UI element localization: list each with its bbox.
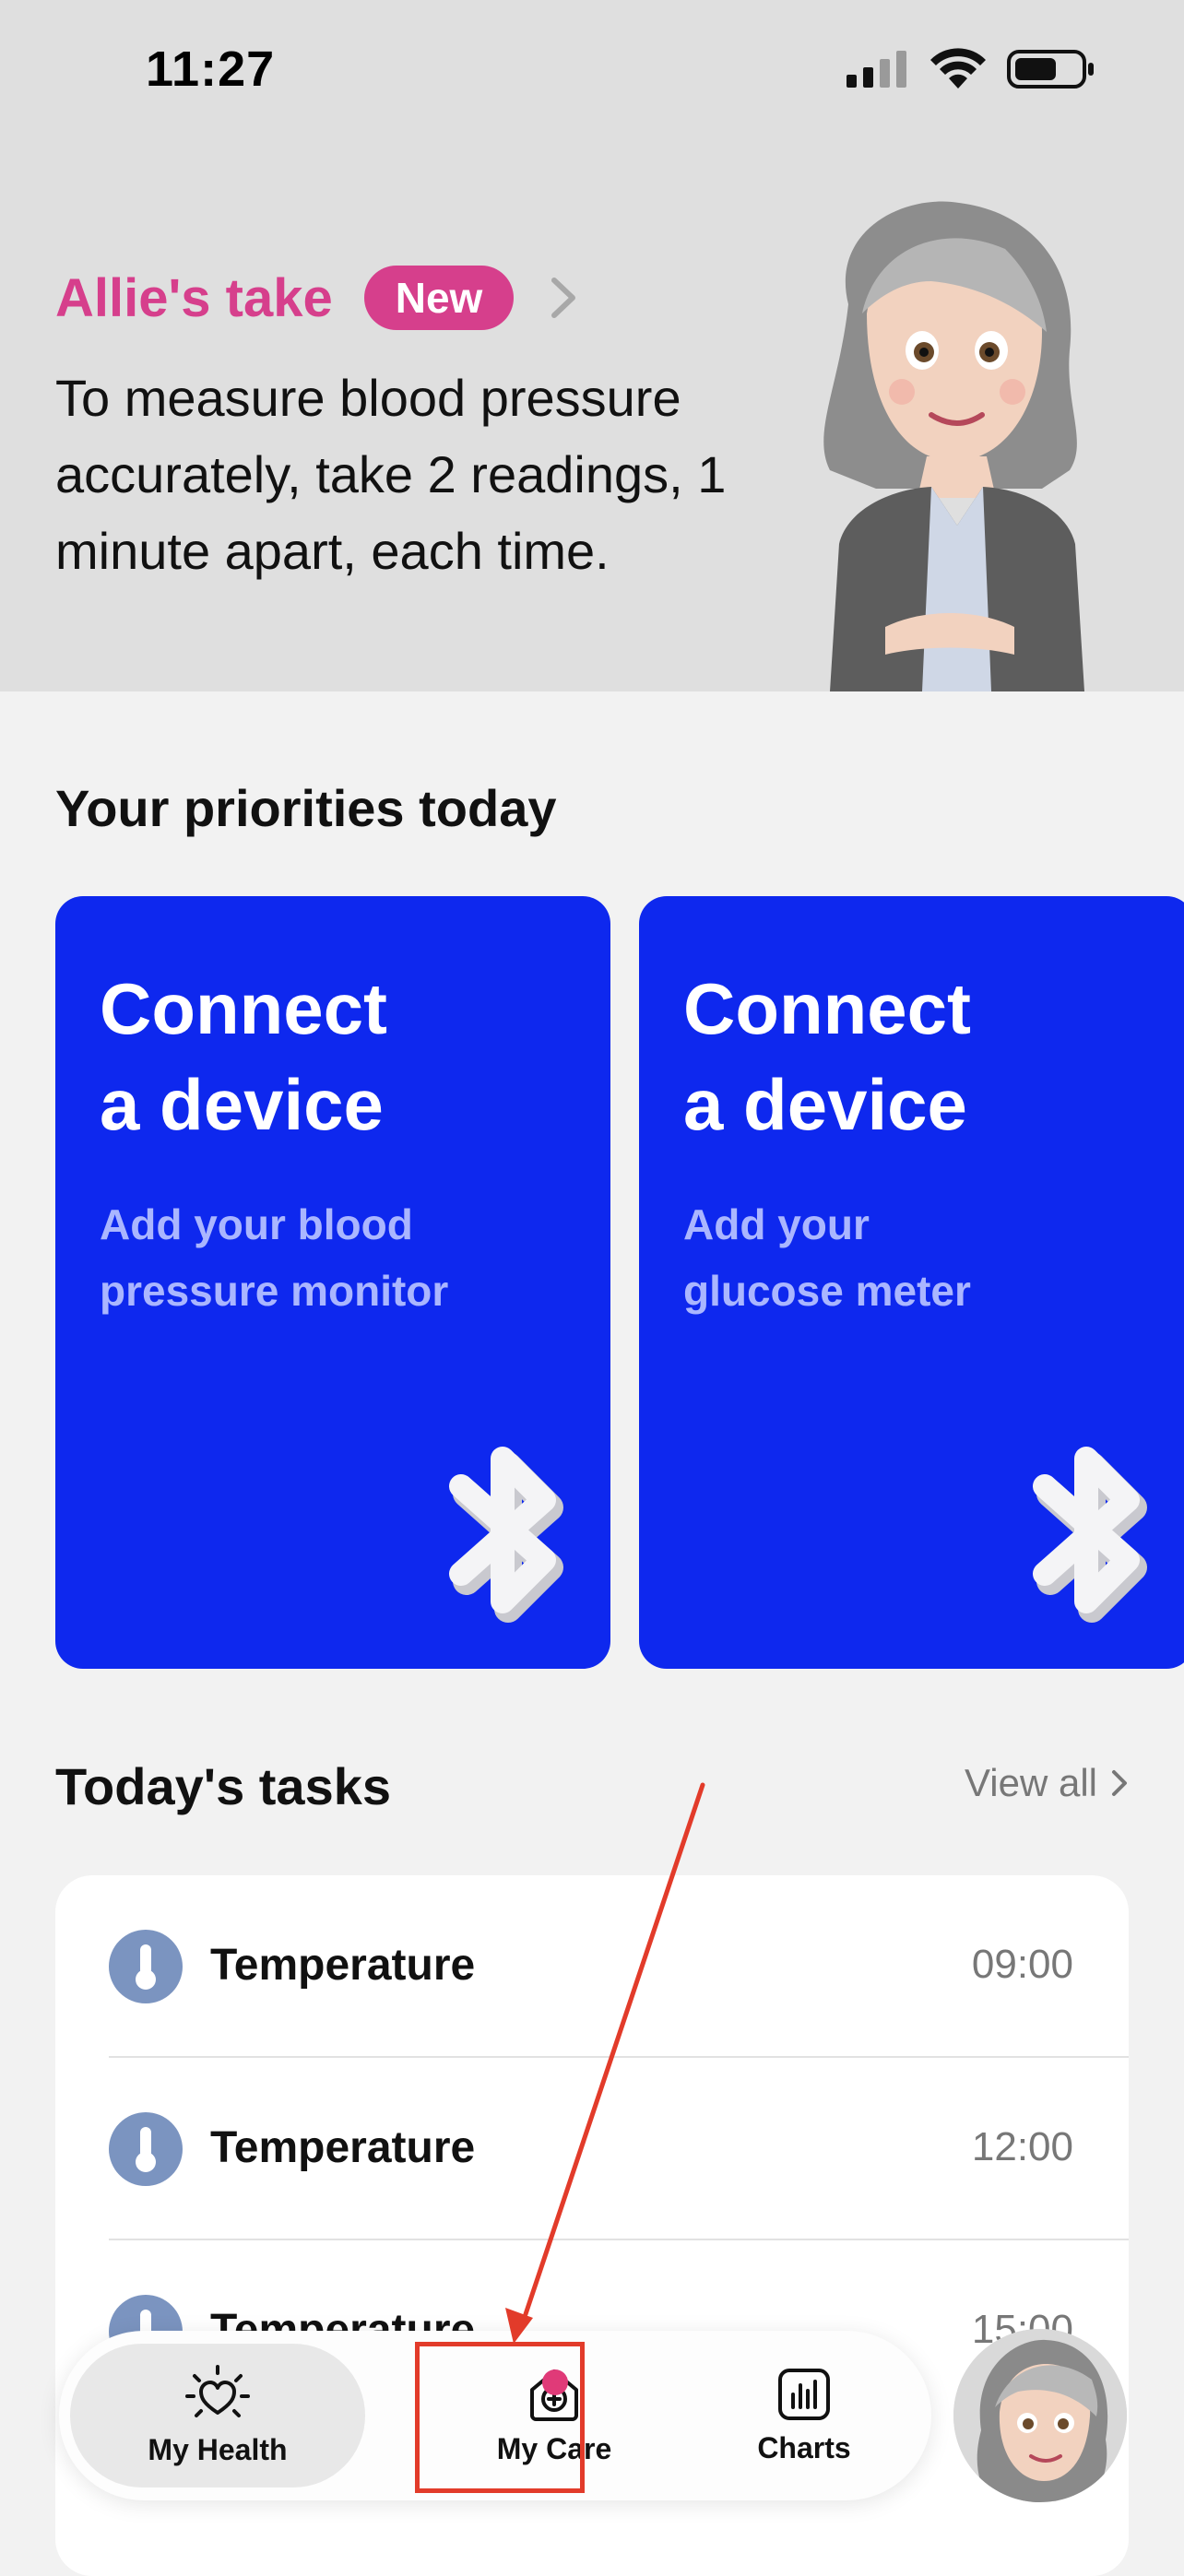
card-title: Connect a device — [100, 961, 598, 1152]
status-bar: 11:27 — [0, 0, 1184, 138]
task-time: 12:00 — [971, 2124, 1073, 2169]
card-title-line2: a device — [683, 1064, 967, 1145]
tab-charts[interactable]: Charts — [697, 2344, 911, 2487]
new-badge: New — [363, 266, 515, 330]
task-row[interactable]: Temperature 09:00 — [55, 1875, 1129, 2058]
card-subtitle-line2: glucose meter — [683, 1267, 971, 1315]
allie-take-message: To measure blood pressure accurately, ta… — [55, 369, 727, 580]
status-time: 11:27 — [146, 41, 276, 97]
allie-avatar — [953, 2329, 1127, 2502]
card-title-line1: Connect — [100, 968, 387, 1049]
bluetooth-icon — [1033, 1447, 1147, 1623]
card-subtitle: Add your blood pressure monitor — [100, 1191, 533, 1324]
thermometer-icon — [109, 2112, 183, 2186]
bar-chart-icon — [778, 2368, 830, 2420]
task-name: Temperature — [210, 1941, 476, 1990]
card-subtitle-line1: Add your blood — [100, 1200, 413, 1248]
bluetooth-icon — [449, 1447, 563, 1623]
task-time: 09:00 — [971, 1942, 1073, 1987]
view-all-link[interactable]: View all — [965, 1761, 1129, 1805]
heart-sun-icon — [185, 2364, 250, 2417]
highlight-box — [415, 2342, 585, 2493]
thermometer-icon — [109, 1930, 183, 2003]
card-subtitle: Add your glucose meter — [683, 1191, 1117, 1324]
tab-my-health[interactable]: My Health — [70, 2344, 365, 2487]
signal-icon — [847, 51, 906, 88]
allie-take-title: Allie's take — [55, 267, 333, 328]
card-subtitle-line2: pressure monitor — [100, 1267, 449, 1315]
allie-take-banner[interactable]: 11:27 Allie's take New To measure blood … — [0, 0, 1184, 691]
card-title-line2: a device — [100, 1064, 384, 1145]
task-row[interactable]: Temperature 12:00 — [55, 2058, 1129, 2240]
tab-label: My Health — [148, 2432, 288, 2466]
connect-glucose-meter-card[interactable]: Connect a device Add your glucose meter — [639, 896, 1184, 1669]
task-name: Temperature — [210, 2123, 476, 2172]
chevron-right-icon[interactable] — [547, 275, 580, 321]
chevron-right-icon — [1112, 1770, 1127, 1796]
battery-icon — [1007, 50, 1094, 89]
allie-illustration — [823, 201, 1084, 691]
status-icons — [845, 48, 1095, 90]
card-title-line1: Connect — [683, 968, 971, 1049]
allie-take-header[interactable]: Allie's take New — [55, 266, 580, 330]
allie-avatar-button[interactable] — [953, 2329, 1127, 2502]
wifi-icon — [930, 48, 986, 89]
view-all-label: View all — [965, 1761, 1097, 1804]
connect-bp-monitor-card[interactable]: Connect a device Add your blood pressure… — [55, 896, 610, 1669]
priorities-section-title: Your priorities today — [55, 779, 557, 837]
tab-label: Charts — [757, 2430, 851, 2464]
card-subtitle-line1: Add your — [683, 1200, 870, 1248]
tasks-section-title: Today's tasks — [55, 1757, 391, 1815]
card-title: Connect a device — [683, 961, 1181, 1152]
